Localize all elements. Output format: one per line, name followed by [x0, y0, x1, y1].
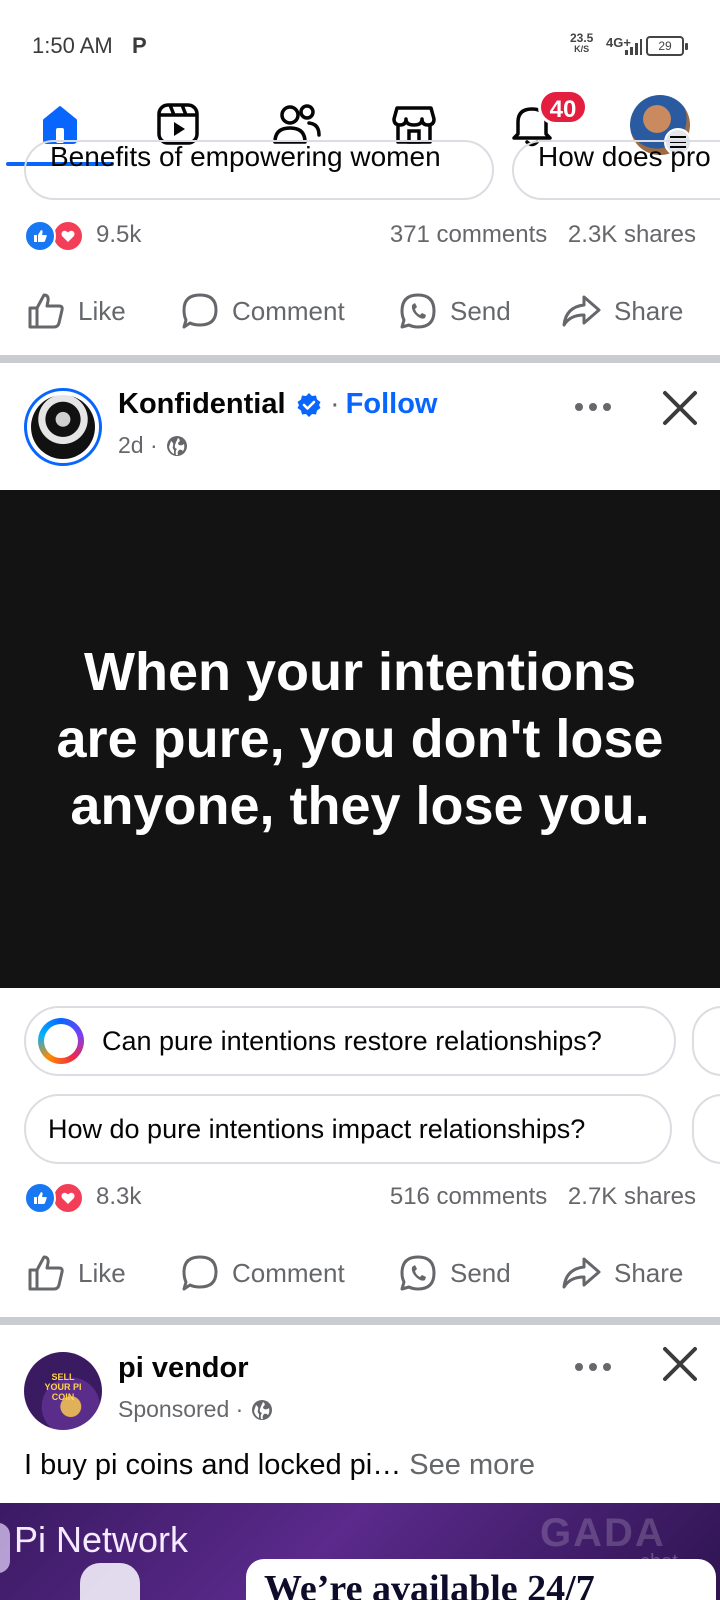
more-options-button[interactable]: [568, 1352, 618, 1382]
share-icon: [562, 295, 601, 327]
advertiser-avatar[interactable]: SELL YOUR PI COIN: [24, 1352, 102, 1430]
see-more-link[interactable]: See more: [409, 1449, 535, 1481]
ad-body-text[interactable]: I buy pi coins and locked pi… See more: [24, 1449, 535, 1482]
comment-button[interactable]: Comment: [180, 276, 345, 346]
ai-suggestion-chip[interactable]: Can pure intentions restore relationship…: [24, 1006, 676, 1076]
share-label: Share: [614, 1257, 684, 1288]
share-icon: [562, 1257, 601, 1289]
love-reaction-icon: [52, 220, 84, 252]
send-label: Send: [450, 1257, 511, 1288]
send-button[interactable]: Send: [398, 276, 511, 346]
watermark-logo: GADA: [540, 1511, 666, 1555]
ad-meta: Sponsored ·: [118, 1396, 273, 1423]
like-reaction-icon: [24, 220, 56, 252]
ad-body: I buy pi coins and locked pi…: [24, 1449, 402, 1481]
engagement-stats: 516 comments 2.7K shares: [390, 1183, 696, 1211]
sponsored-label: Sponsored ·: [118, 1396, 244, 1422]
author-name[interactable]: Konfidential: [118, 388, 286, 421]
reaction-count: 8.3k: [96, 1183, 142, 1210]
comment-label: Comment: [232, 1257, 345, 1288]
network-speed-unit: K/S: [574, 44, 590, 54]
ai-suggestion-chip[interactable]: How do pure intentions impact relationsh…: [24, 1094, 672, 1164]
like-button[interactable]: Like: [26, 276, 126, 346]
share-count[interactable]: 2.3K shares: [568, 221, 696, 248]
post-divider: [0, 355, 720, 363]
comment-icon: [182, 1255, 218, 1291]
network-speed: 23.5 K/S: [570, 31, 594, 55]
more-options-button[interactable]: [568, 392, 618, 422]
status-time: 1:50 AM: [32, 33, 113, 58]
comment-count[interactable]: 516 comments: [390, 1183, 547, 1210]
network-speed-value: 23.5: [570, 31, 594, 45]
pi-logo-icon: [0, 1523, 10, 1573]
globe-icon: [252, 1399, 273, 1420]
quote-text: When your intentions are pure, you don't…: [56, 641, 664, 836]
separator-dot: ·: [330, 388, 340, 420]
ad-banner-text: We’re available 24/7: [264, 1568, 595, 1600]
suggestion-chip-label: How do pure intentions impact relationsh…: [48, 1113, 586, 1144]
like-icon: [28, 1255, 64, 1291]
comment-icon: [182, 293, 218, 329]
signal-icon: [625, 39, 642, 55]
hand-image: [80, 1563, 140, 1600]
whatsapp-icon: [400, 293, 436, 329]
like-icon: [28, 293, 64, 329]
globe-icon: [166, 435, 187, 456]
reaction-icons: [24, 218, 90, 254]
advertiser-name[interactable]: pi vendor: [118, 1352, 249, 1385]
close-icon[interactable]: [658, 1342, 702, 1386]
share-label: Share: [614, 295, 684, 326]
suggestion-chip-label: Can pure intentions restore relationship…: [102, 1025, 602, 1056]
love-reaction-icon: [52, 1182, 84, 1214]
share-count[interactable]: 2.7K shares: [568, 1183, 696, 1210]
author-avatar[interactable]: [24, 388, 102, 466]
comment-button[interactable]: Comment: [180, 1238, 345, 1308]
reaction-summary[interactable]: 8.3k 516 comments 2.7K shares: [24, 1180, 696, 1216]
post-time[interactable]: 2d ·: [118, 432, 158, 459]
follow-label: Follow: [345, 388, 438, 420]
close-icon[interactable]: [658, 386, 702, 430]
like-label: Like: [78, 295, 126, 326]
post-actions: Like Comment Send Share: [0, 1238, 720, 1308]
post-divider: [0, 1317, 720, 1325]
reaction-count: 9.5k: [96, 221, 142, 248]
comment-label: Comment: [232, 295, 345, 326]
engagement-stats: 371 comments 2.3K shares: [390, 221, 696, 249]
like-button[interactable]: Like: [26, 1238, 126, 1308]
suggestion-chip[interactable]: [692, 1006, 720, 1076]
send-button[interactable]: Send: [398, 1238, 511, 1308]
comment-count[interactable]: 371 comments: [390, 221, 547, 248]
status-bar: 1:50 AM P 23.5 K/S 4G+ 29: [0, 0, 720, 88]
post-image[interactable]: When your intentions are pure, you don't…: [0, 490, 720, 988]
like-reaction-icon: [24, 1182, 56, 1214]
reaction-summary[interactable]: 9.5k 371 comments 2.3K shares: [24, 218, 696, 254]
verified-badge-icon: [297, 393, 321, 417]
meta-ai-icon: [38, 1018, 84, 1064]
ad-banner-title: Pi Network: [14, 1519, 189, 1560]
advertiser-avatar-text: SELL YOUR PI COIN: [44, 1372, 82, 1402]
follow-button[interactable]: · Follow: [330, 388, 438, 421]
send-label: Send: [450, 295, 511, 326]
share-button[interactable]: Share: [560, 276, 683, 346]
post-actions: Like Comment Send Share: [0, 276, 720, 346]
app-indicator-icon: P: [132, 33, 147, 58]
whatsapp-icon: [400, 1255, 436, 1291]
like-label: Like: [78, 1257, 126, 1288]
post-meta: 2d ·: [118, 432, 188, 459]
ad-image[interactable]: Pi Network GADA chat We’re available 24/…: [0, 1503, 720, 1600]
battery-icon: 29: [646, 36, 688, 56]
reaction-icons: [24, 1180, 90, 1216]
share-button[interactable]: Share: [560, 1238, 683, 1308]
suggestion-chip[interactable]: [692, 1094, 720, 1164]
